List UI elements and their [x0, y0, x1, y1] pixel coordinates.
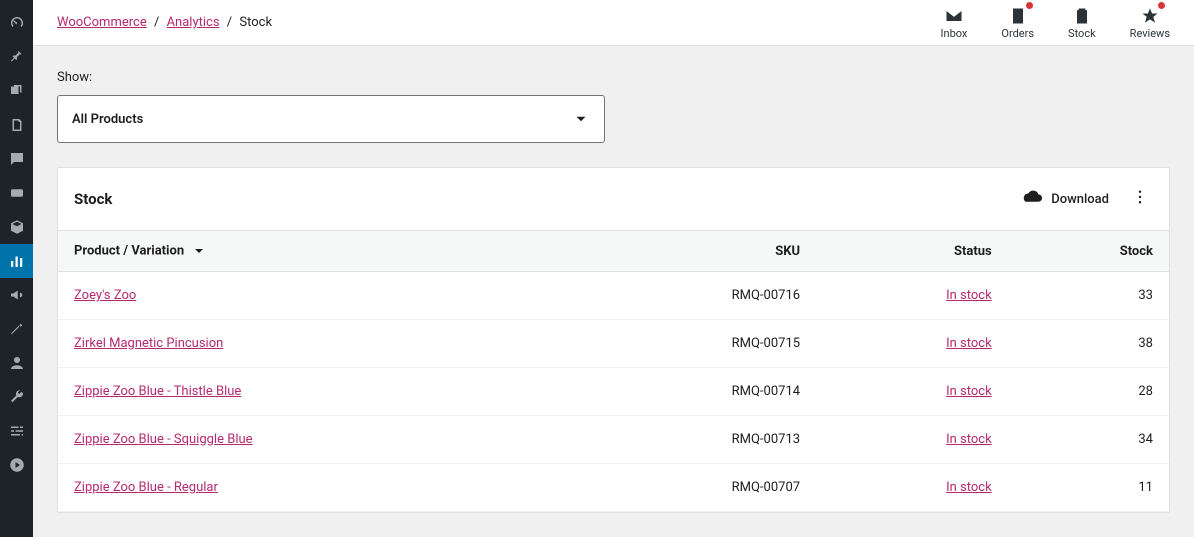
woo-icon: [8, 184, 26, 202]
card-title: Stock: [74, 190, 112, 208]
table-row: Zirkel Magnetic Pincusion RMQ-00715 In s…: [58, 320, 1169, 368]
col-sku[interactable]: SKU: [568, 231, 816, 272]
filter-label: Show:: [57, 70, 1170, 85]
table-row: Zoey's Zoo RMQ-00716 In stock 33: [58, 272, 1169, 320]
nav-pin[interactable]: [0, 40, 33, 74]
breadcrumb-sep: /: [227, 15, 232, 30]
nav-marketing[interactable]: [0, 278, 33, 312]
filter-select-value: All Products: [72, 112, 143, 127]
star-icon: [1140, 6, 1160, 26]
media-icon: [8, 82, 26, 100]
col-stock[interactable]: Stock: [1008, 231, 1169, 272]
download-label: Download: [1051, 192, 1109, 207]
status-link[interactable]: In stock: [946, 384, 992, 399]
breadcrumb-sep: /: [154, 15, 159, 30]
wrench-icon: [8, 388, 26, 406]
nav-collapse[interactable]: [0, 448, 33, 482]
nav-dashboard[interactable]: [0, 6, 33, 40]
pages-icon: [8, 116, 26, 134]
megaphone-icon: [8, 286, 26, 304]
admin-sidebar: [0, 0, 33, 537]
status-link[interactable]: In stock: [946, 432, 992, 447]
col-status[interactable]: Status: [816, 231, 1008, 272]
cell-sku: RMQ-00713: [568, 416, 816, 464]
chevron-down-icon: [191, 243, 207, 259]
pin-icon: [8, 48, 26, 66]
cube-icon: [8, 218, 26, 236]
sliders-icon: [8, 422, 26, 440]
stock-card: Stock Download: [57, 167, 1170, 513]
page-header: WooCommerce / Analytics / Stock Inbox Or…: [33, 0, 1194, 46]
kebab-icon: [1131, 188, 1149, 206]
breadcrumb-current: Stock: [239, 15, 272, 30]
nav-media[interactable]: [0, 74, 33, 108]
cell-stock: 33: [1008, 272, 1169, 320]
shortcut-inbox[interactable]: Inbox: [941, 5, 968, 40]
shortcut-label: Stock: [1068, 27, 1096, 40]
shortcut-label: Reviews: [1130, 27, 1170, 40]
shortcut-reviews[interactable]: Reviews: [1130, 5, 1170, 40]
cell-sku: RMQ-00715: [568, 320, 816, 368]
nav-appearance[interactable]: [0, 312, 33, 346]
breadcrumb-root[interactable]: WooCommerce: [57, 15, 147, 30]
card-header: Stock Download: [58, 168, 1169, 230]
cell-sku: RMQ-00716: [568, 272, 816, 320]
mail-icon: [944, 6, 964, 26]
user-icon: [8, 354, 26, 372]
breadcrumb-analytics[interactable]: Analytics: [167, 15, 220, 30]
more-options-button[interactable]: [1127, 184, 1153, 214]
table-row: Zippie Zoo Blue - Regular RMQ-00707 In s…: [58, 464, 1169, 512]
nav-tools[interactable]: [0, 380, 33, 414]
nav-woo[interactable]: [0, 176, 33, 210]
product-link[interactable]: Zippie Zoo Blue - Regular: [74, 480, 218, 495]
comment-icon: [8, 150, 26, 168]
shortcut-label: Orders: [1001, 27, 1034, 40]
shortcut-stock[interactable]: Stock: [1068, 5, 1096, 40]
notification-dot: [1158, 2, 1165, 9]
nav-comments[interactable]: [0, 142, 33, 176]
status-link[interactable]: In stock: [946, 336, 992, 351]
status-link[interactable]: In stock: [946, 288, 992, 303]
product-link[interactable]: Zippie Zoo Blue - Thistle Blue: [74, 384, 241, 399]
header-shortcuts: Inbox Orders Stock Reviews: [941, 5, 1170, 40]
bar-chart-icon: [8, 252, 26, 270]
cell-sku: RMQ-00707: [568, 464, 816, 512]
shortcut-label: Inbox: [941, 27, 968, 40]
stock-table: Product / Variation SKU Status Stock Zoe…: [58, 230, 1169, 512]
table-row: Zippie Zoo Blue - Squiggle Blue RMQ-0071…: [58, 416, 1169, 464]
nav-analytics[interactable]: [0, 244, 33, 278]
shortcut-orders[interactable]: Orders: [1001, 5, 1034, 40]
breadcrumb: WooCommerce / Analytics / Stock: [57, 15, 272, 30]
product-link[interactable]: Zirkel Magnetic Pincusion: [74, 336, 223, 351]
nav-products[interactable]: [0, 210, 33, 244]
nav-users[interactable]: [0, 346, 33, 380]
nav-settings[interactable]: [0, 414, 33, 448]
chevron-down-icon: [572, 110, 590, 128]
cell-stock: 34: [1008, 416, 1169, 464]
cell-stock: 28: [1008, 368, 1169, 416]
filter-select[interactable]: All Products: [57, 95, 605, 143]
clipboard-icon: [1072, 6, 1092, 26]
download-button[interactable]: Download: [1021, 188, 1109, 210]
cell-sku: RMQ-00714: [568, 368, 816, 416]
col-product-label: Product / Variation: [74, 243, 184, 258]
nav-pages[interactable]: [0, 108, 33, 142]
cloud-download-icon: [1021, 188, 1043, 210]
cell-stock: 38: [1008, 320, 1169, 368]
status-link[interactable]: In stock: [946, 480, 992, 495]
play-circle-icon: [8, 456, 26, 474]
notification-dot: [1026, 2, 1033, 9]
cell-stock: 11: [1008, 464, 1169, 512]
brush-icon: [8, 320, 26, 338]
col-product[interactable]: Product / Variation: [58, 231, 568, 272]
product-link[interactable]: Zoey's Zoo: [74, 288, 136, 303]
product-link[interactable]: Zippie Zoo Blue - Squiggle Blue: [74, 432, 253, 447]
table-row: Zippie Zoo Blue - Thistle Blue RMQ-00714…: [58, 368, 1169, 416]
gauge-icon: [8, 14, 26, 32]
orders-icon: [1008, 6, 1028, 26]
